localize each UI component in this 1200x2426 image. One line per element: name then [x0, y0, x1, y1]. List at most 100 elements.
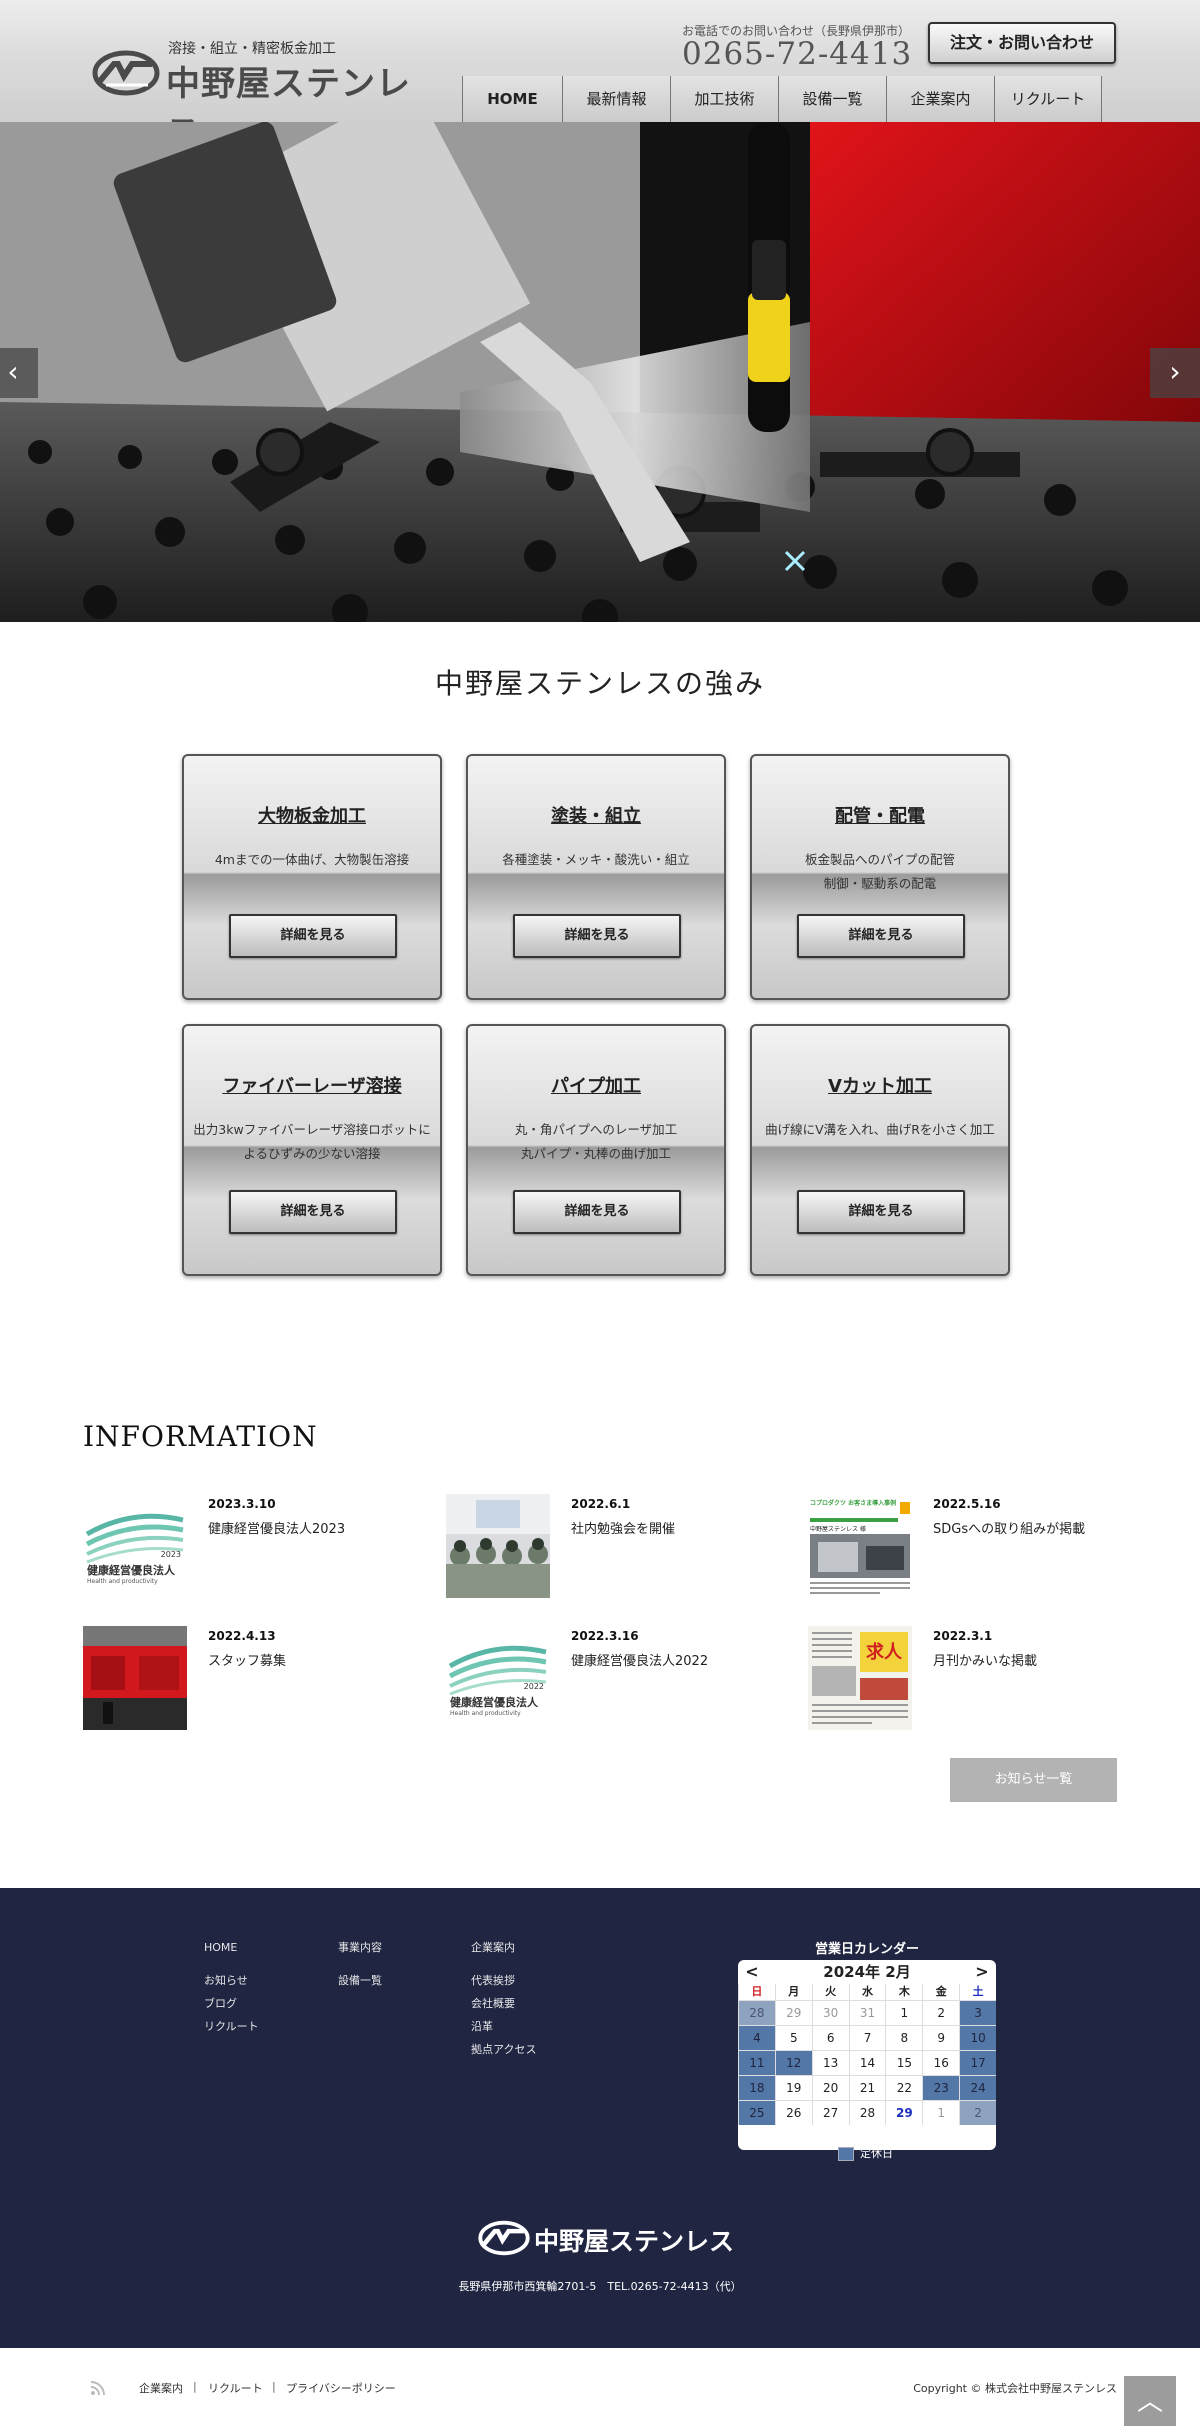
- news-thumbnail[interactable]: コプロダクツ お客さま導入事例 中野屋ステンレス 様: [808, 1494, 912, 1598]
- calendar-day: 22: [885, 2075, 923, 2100]
- detail-button[interactable]: 詳細を見る: [229, 914, 397, 958]
- news-item[interactable]: 2022 健康経営優良法人 Health and productivity 20…: [446, 1626, 786, 1730]
- calendar-legend: 定休日: [838, 2145, 893, 2161]
- site-logo[interactable]: 溶接・組立・精密板金加工 中野屋ステンレス: [92, 30, 432, 153]
- news-title[interactable]: 健康経営優良法人2023: [208, 1518, 345, 1537]
- news-title[interactable]: 月刊かみいな掲載: [933, 1650, 1037, 1669]
- calendar-day: 24: [959, 2075, 996, 2100]
- strength-card-title[interactable]: 塗装・組立: [468, 802, 724, 828]
- weekday-mon: 月: [774, 1984, 812, 2000]
- slider-prev-button[interactable]: ‹: [0, 348, 38, 398]
- calendar-day-today: 29: [885, 2100, 923, 2125]
- seminar-photo-icon: [446, 1494, 550, 1598]
- news-date: 2023.3.10: [208, 1497, 276, 1511]
- strength-card-desc: 丸・角パイプへのレーザ加工 丸パイプ・丸棒の曲げ加工: [514, 1122, 678, 1161]
- footer-link-company[interactable]: 企業案内: [471, 1936, 536, 1959]
- strength-card-title[interactable]: パイプ加工: [468, 1072, 724, 1098]
- calendar-day: 11: [738, 2050, 775, 2075]
- weekday-thu: 木: [885, 1984, 922, 2000]
- bottom-link-privacy[interactable]: プライバシーポリシー: [286, 2380, 396, 2396]
- weekday-tue: 火: [811, 1984, 849, 2000]
- footer-link-blog[interactable]: ブログ: [204, 1992, 259, 2015]
- detail-button[interactable]: 詳細を見る: [229, 1190, 397, 1234]
- weekday-fri: 金: [922, 1984, 959, 2000]
- nav-home[interactable]: HOME: [462, 76, 562, 122]
- news-thumbnail[interactable]: [446, 1494, 550, 1598]
- footer-link-history[interactable]: 沿革: [471, 2015, 536, 2038]
- footer-link-greeting[interactable]: 代表挨拶: [471, 1969, 536, 1992]
- detail-button[interactable]: 詳細を見る: [513, 914, 681, 958]
- footer-link-business[interactable]: 事業内容: [338, 1936, 382, 1959]
- weekday-sun: 日: [738, 1984, 775, 2000]
- news-title[interactable]: 健康経営優良法人2022: [571, 1650, 708, 1669]
- news-item[interactable]: 求人 2022.3.1 月刊かみいな掲載: [808, 1626, 1148, 1730]
- tel-number[interactable]: 0265-72-4413: [682, 36, 912, 72]
- logo-tagline: 溶接・組立・精密板金加工: [168, 41, 336, 57]
- calendar-day: 9: [922, 2025, 960, 2050]
- nav-company[interactable]: 企業案内: [886, 76, 994, 122]
- contact-button[interactable]: 注文・お問い合わせ: [928, 22, 1116, 64]
- footer-logo[interactable]: 中野屋ステンレス: [478, 2218, 738, 2258]
- news-item[interactable]: 2023 健康経営優良法人 Health and productivity 20…: [83, 1494, 423, 1598]
- footer-link-news[interactable]: お知らせ: [204, 1969, 259, 1992]
- news-list-button[interactable]: お知らせ一覧: [950, 1758, 1117, 1802]
- nav-news[interactable]: 最新情報: [562, 76, 670, 122]
- footer-company-name: 中野屋ステンレス: [534, 2227, 735, 2256]
- footer-link-access[interactable]: 拠点アクセス: [471, 2038, 536, 2061]
- news-thumbnail[interactable]: [83, 1626, 187, 1730]
- calendar-day: 21: [848, 2075, 886, 2100]
- footer-column-company: 企業案内 代表挨拶 会社概要 沿革 拠点アクセス: [471, 1936, 536, 2061]
- strength-card-title[interactable]: 大物板金加工: [184, 802, 440, 828]
- strength-card-desc: 出力3kwファイバーレーザ溶接ロボットによるひずみの少ない溶接: [193, 1122, 431, 1161]
- bottom-link-company[interactable]: 企業案内: [139, 2380, 183, 2396]
- news-title[interactable]: 社内勉強会を開催: [571, 1518, 675, 1537]
- calendar-day: 2: [959, 2100, 996, 2125]
- news-item[interactable]: コプロダクツ お客さま導入事例 中野屋ステンレス 様 2022.5.16 SDG…: [808, 1494, 1148, 1598]
- strength-card-title[interactable]: 配管・配電: [752, 802, 1008, 828]
- holiday-swatch: [838, 2147, 854, 2161]
- calendar-day: 5: [774, 2025, 812, 2050]
- strength-card: ファイバーレーザ溶接 出力3kwファイバーレーザ溶接ロボットによるひずみの少ない…: [182, 1024, 442, 1276]
- award-year: 2022: [523, 1682, 544, 1691]
- calendar-day: 29: [774, 2000, 812, 2025]
- nav-technology[interactable]: 加工技術: [670, 76, 778, 122]
- nav-recruit[interactable]: リクルート: [994, 76, 1102, 122]
- nav-equipment[interactable]: 設備一覧: [778, 76, 886, 122]
- news-thumbnail[interactable]: 2022 健康経営優良法人 Health and productivity: [446, 1626, 550, 1730]
- news-title[interactable]: SDGsへの取り組みが掲載: [933, 1518, 1085, 1537]
- rss-icon[interactable]: [90, 2380, 106, 2396]
- footer-link-profile[interactable]: 会社概要: [471, 1992, 536, 2015]
- calendar-day: 26: [774, 2100, 812, 2125]
- calendar-next-icon[interactable]: >: [972, 1960, 992, 1984]
- information-heading: INFORMATION: [83, 1420, 318, 1453]
- calendar-day: 27: [811, 2100, 849, 2125]
- calendar-day: 14: [848, 2050, 886, 2075]
- calendar-day: 8: [885, 2025, 923, 2050]
- news-item[interactable]: 2022.6.1 社内勉強会を開催: [446, 1494, 786, 1598]
- news-item[interactable]: 2022.4.13 スタッフ募集: [83, 1626, 423, 1730]
- strengths-heading: 中野屋ステンレスの強み: [434, 667, 765, 700]
- news-title[interactable]: スタッフ募集: [208, 1650, 286, 1669]
- calendar-day: 28: [848, 2100, 886, 2125]
- calendar-day: 25: [738, 2100, 775, 2125]
- detail-button[interactable]: 詳細を見る: [797, 1190, 965, 1234]
- slider-next-button[interactable]: ›: [1150, 348, 1200, 398]
- footer-link-equipment[interactable]: 設備一覧: [338, 1969, 382, 1992]
- page-top-button[interactable]: ︿: [1124, 2376, 1176, 2426]
- strength-card-title[interactable]: Vカット加工: [752, 1072, 1008, 1098]
- footer-link-home[interactable]: HOME: [204, 1936, 259, 1959]
- calendar-prev-icon[interactable]: <: [742, 1960, 762, 1984]
- footer-link-recruit[interactable]: リクルート: [204, 2015, 259, 2038]
- news-thumbnail[interactable]: 2023 健康経営優良法人 Health and productivity: [83, 1494, 187, 1598]
- detail-button[interactable]: 詳細を見る: [797, 914, 965, 958]
- calendar-day: 4: [738, 2025, 775, 2050]
- strength-card-title[interactable]: ファイバーレーザ溶接: [184, 1072, 440, 1098]
- bottom-link-recruit[interactable]: リクルート: [208, 2380, 263, 2396]
- hero-laser-welding-image: [0, 122, 1200, 622]
- detail-button[interactable]: 詳細を見る: [513, 1190, 681, 1234]
- calendar-day: 10: [959, 2025, 996, 2050]
- calendar-day: 28: [738, 2000, 775, 2025]
- calendar-month: 2024年 2月: [823, 1963, 911, 1981]
- strength-card: 大物板金加工 4mまでの一体曲げ、大物製缶溶接 詳細を見る: [182, 754, 442, 1000]
- news-thumbnail[interactable]: 求人: [808, 1626, 912, 1730]
